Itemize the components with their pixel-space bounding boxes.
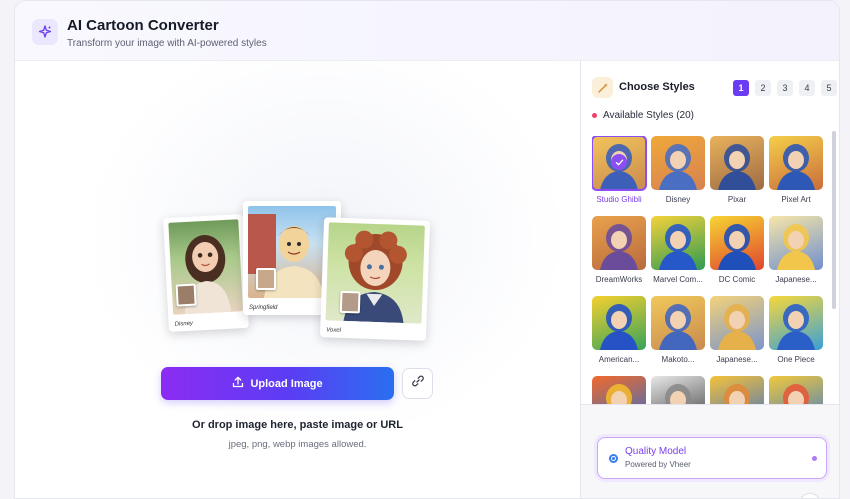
available-styles-label: Available Styles (20) xyxy=(592,110,694,121)
style-thumbnail xyxy=(592,296,646,350)
preview-caption: Springfield xyxy=(249,305,278,311)
model-provider: Powered by Vheer xyxy=(625,460,691,469)
model-name: Quality Model xyxy=(625,446,687,457)
page-button-1[interactable]: 1 xyxy=(733,80,749,96)
file-types-hint: jpeg, png, webp images allowed. xyxy=(228,439,367,450)
style-label: One Piece xyxy=(777,355,815,364)
style-tile[interactable]: DC Comic xyxy=(710,216,764,292)
page-subtitle: Transform your image with AI-powered sty… xyxy=(67,38,267,49)
style-tile[interactable]: Japanese... xyxy=(710,296,764,372)
style-label: DC Comic xyxy=(718,275,756,284)
style-thumbnail xyxy=(651,296,705,350)
style-thumbnail xyxy=(651,376,705,404)
style-label: Japanese... xyxy=(775,275,817,284)
model-indicator-dot xyxy=(812,456,817,461)
style-thumbnail xyxy=(651,136,705,190)
preview-card-disney: Disney xyxy=(163,213,249,333)
style-thumbnail xyxy=(592,376,646,404)
header: AI Cartoon Converter Transform your imag… xyxy=(15,1,839,61)
check-icon xyxy=(611,154,627,170)
style-thumbnail xyxy=(710,296,764,350)
model-radio[interactable] xyxy=(609,454,618,463)
magic-wand-icon xyxy=(592,77,613,98)
style-thumbnail xyxy=(769,216,823,270)
preview-card-voxel: Voxel xyxy=(319,217,431,341)
quality-model-option[interactable]: Quality Model Powered by Vheer xyxy=(597,437,827,479)
styles-scrollbar[interactable] xyxy=(832,131,836,309)
style-thumbnail xyxy=(710,376,764,404)
style-tile[interactable]: Studio Ghibli xyxy=(592,136,647,212)
status-dot xyxy=(592,113,597,118)
floating-action-button[interactable] xyxy=(799,493,821,498)
upload-area[interactable]: Disney Springfield Voxel Upload Image Or… xyxy=(15,61,580,498)
page-button-3[interactable]: 3 xyxy=(777,80,793,96)
style-thumbnail xyxy=(769,136,823,190)
style-label: American... xyxy=(598,355,640,364)
style-tile[interactable]: One Piece xyxy=(769,296,823,372)
style-tile[interactable] xyxy=(651,376,705,404)
style-label: Marvel Com... xyxy=(653,275,703,284)
converter-panel: AI Cartoon Converter Transform your imag… xyxy=(14,0,840,499)
styles-grid-viewport[interactable]: Studio Ghibli Disney Pixar Pixel Art DreamWo… xyxy=(592,136,829,404)
style-label: Pixel Art xyxy=(781,195,811,204)
preview-caption: Voxel xyxy=(326,327,342,334)
style-pagination: 12345 xyxy=(733,80,837,96)
style-thumbnail xyxy=(710,136,764,190)
style-thumbnail xyxy=(592,136,647,191)
style-label: DreamWorks xyxy=(595,275,643,284)
available-styles-count: Available Styles (20) xyxy=(603,110,694,121)
style-label: Disney xyxy=(665,195,691,204)
style-tile[interactable] xyxy=(592,376,646,404)
page-button-5[interactable]: 5 xyxy=(821,80,837,96)
styles-grid: Studio Ghibli Disney Pixar Pixel Art DreamWo… xyxy=(592,136,829,404)
choose-styles-title: Choose Styles xyxy=(619,81,695,93)
sparkle-icon xyxy=(32,19,58,45)
style-tile[interactable] xyxy=(710,376,764,404)
upload-image-button[interactable]: Upload Image xyxy=(161,367,394,400)
styles-panel: Choose Styles 12345 Available Styles (20… xyxy=(580,61,839,498)
drop-instructions: Or drop image here, paste image or URL xyxy=(192,419,403,431)
style-thumbnail xyxy=(710,216,764,270)
page-title: AI Cartoon Converter xyxy=(67,17,219,34)
style-thumbnail xyxy=(651,216,705,270)
style-tile[interactable]: Disney xyxy=(651,136,705,212)
link-icon xyxy=(411,374,425,393)
style-tile[interactable]: Japanese... xyxy=(769,216,823,292)
style-tile[interactable]: Pixel Art xyxy=(769,136,823,212)
style-tile[interactable]: Marvel Com... xyxy=(651,216,705,292)
style-thumbnail xyxy=(769,296,823,350)
model-section: Quality Model Powered by Vheer xyxy=(581,404,839,498)
paste-url-button[interactable] xyxy=(402,368,433,399)
style-tile[interactable]: Makoto... xyxy=(651,296,705,372)
style-tile[interactable]: American... xyxy=(592,296,646,372)
upload-button-label: Upload Image xyxy=(250,377,323,390)
upload-icon xyxy=(232,376,244,391)
style-tile[interactable] xyxy=(769,376,823,404)
style-tile[interactable]: Pixar xyxy=(710,136,764,212)
style-label: Japanese... xyxy=(716,355,758,364)
style-label: Studio Ghibli xyxy=(596,195,642,204)
style-thumbnail xyxy=(769,376,823,404)
style-tile[interactable]: DreamWorks xyxy=(592,216,646,292)
style-thumbnail xyxy=(592,216,646,270)
style-label: Makoto... xyxy=(661,355,695,364)
page-button-2[interactable]: 2 xyxy=(755,80,771,96)
page-button-4[interactable]: 4 xyxy=(799,80,815,96)
style-label: Pixar xyxy=(727,195,747,204)
preview-caption: Disney xyxy=(174,320,194,328)
